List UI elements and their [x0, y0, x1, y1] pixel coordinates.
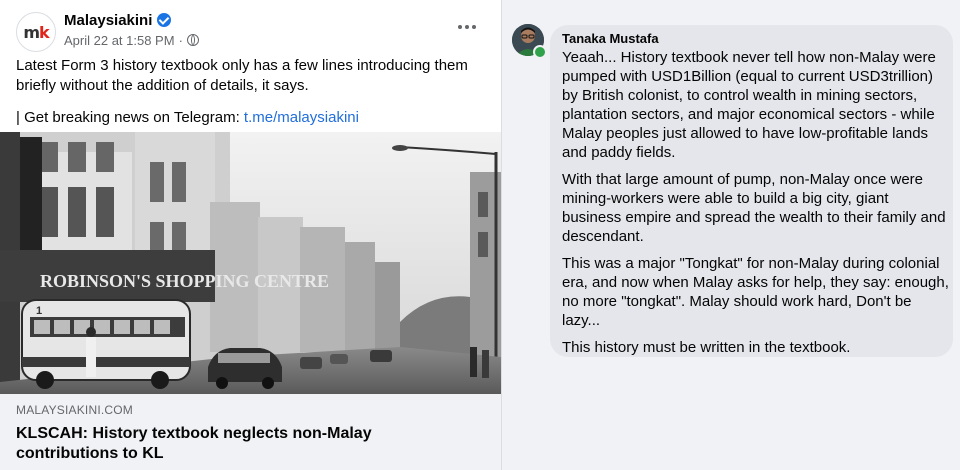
link-preview-image[interactable]: ROBINSON'S SHOPPING CENTRE 1 — [0, 132, 501, 394]
shop-sign-text: ROBINSON'S SHOPPING CENTRE — [40, 271, 329, 291]
globe-icon[interactable] — [186, 34, 199, 46]
comment-paragraph: With that large amount of pump, non-Mala… — [562, 171, 946, 245]
comment-paragraph: This history must be written in the text… — [562, 339, 851, 356]
post-text-telegram: | Get breaking news on Telegram: t.me/ma… — [16, 108, 486, 128]
logo-letter-m: m — [23, 22, 40, 42]
link-preview-footer[interactable]: MALAYSIAKINI.COM KLSCAH: History textboo… — [0, 394, 501, 470]
comment-bubble: Tanaka Mustafa Yeaah... History textbook… — [550, 25, 953, 357]
logo-letter-k: k — [39, 22, 50, 42]
telegram-link[interactable]: t.me/malaysiakini — [244, 109, 359, 126]
more-options-button[interactable] — [449, 14, 485, 40]
online-status-icon — [533, 45, 547, 59]
page-name[interactable]: Malaysiakini — [64, 12, 152, 29]
meta-separator: · — [178, 32, 183, 48]
post-timestamp[interactable]: April 22 at 1:58 PM — [64, 33, 175, 48]
comment-paragraph: This was a major "Tongkat" for non-Malay… — [562, 255, 949, 329]
link-domain: MALAYSIAKINI.COM — [16, 403, 134, 417]
post-card: mk Malaysiakini April 22 at 1:58 PM · La… — [0, 0, 502, 470]
post-text: Latest Form 3 history textbook only has … — [16, 56, 486, 140]
verified-badge-icon — [157, 13, 172, 27]
comment-body: Yeaah... History textbook never tell how… — [562, 48, 950, 365]
link-title[interactable]: KLSCAH: History textbook neglects non-Ma… — [16, 424, 476, 464]
bus-number: 1 — [36, 305, 42, 317]
historic-street-photo: ROBINSON'S SHOPPING CENTRE 1 — [0, 132, 501, 394]
post-header: mk Malaysiakini April 22 at 1:58 PM · — [16, 10, 485, 52]
post-meta: April 22 at 1:58 PM · — [64, 31, 199, 49]
telegram-prefix: | Get breaking news on Telegram: — [16, 109, 244, 126]
more-dots-icon — [458, 25, 476, 29]
page-name-row: Malaysiakini — [64, 10, 172, 30]
post-text-paragraph: Latest Form 3 history textbook only has … — [16, 57, 468, 94]
comment-author[interactable]: Tanaka Mustafa — [562, 31, 659, 46]
malaysiakini-logo-avatar[interactable]: mk — [16, 12, 56, 52]
comment-paragraph: Yeaah... History textbook never tell how… — [562, 49, 936, 161]
